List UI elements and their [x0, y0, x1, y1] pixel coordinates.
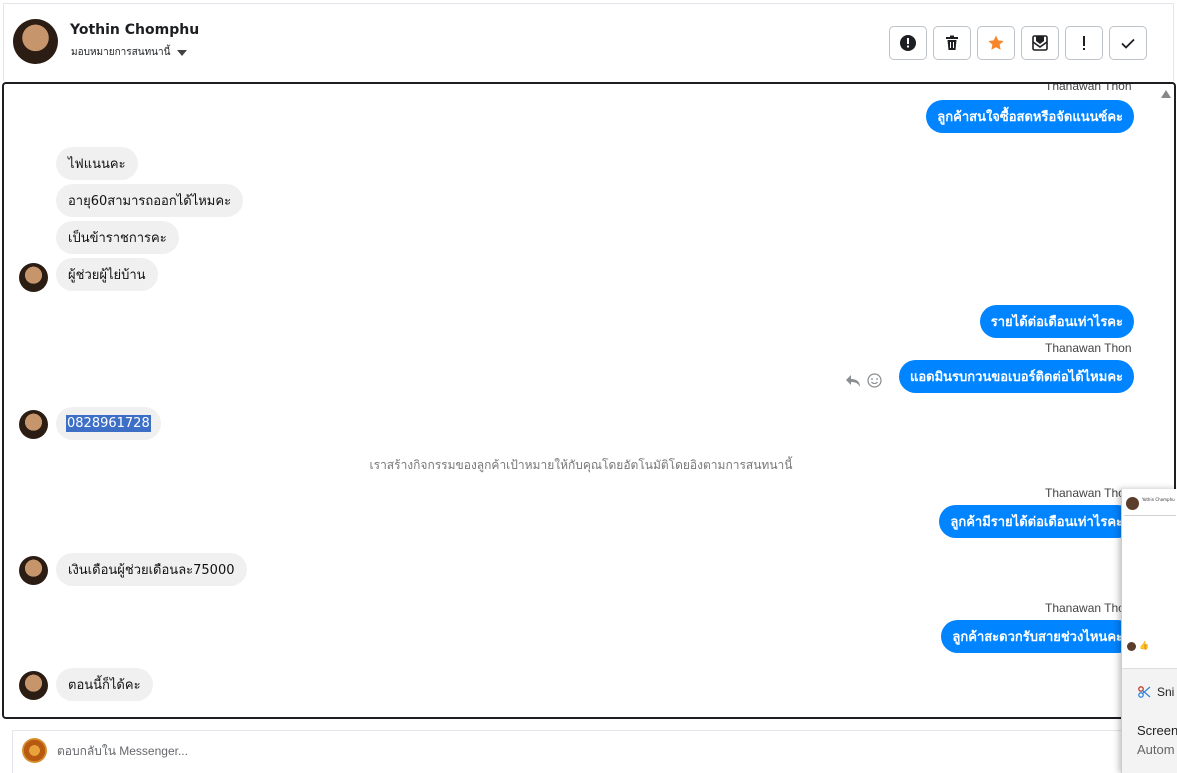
phone-number-selected[interactable]: 0828961728: [66, 415, 151, 432]
screenshot-notice-title: Screen: [1137, 723, 1177, 738]
scissors-icon: [1138, 686, 1151, 698]
scroll-up-arrow-icon[interactable]: [1161, 90, 1171, 98]
sender-name: Thanawan Thon: [1045, 486, 1132, 500]
thumbnail-like-icon: 👍: [1139, 641, 1149, 650]
trash-icon: [946, 35, 958, 50]
snipping-tool-title: Sni: [1137, 685, 1174, 699]
incoming-message[interactable]: ไฟแนนคะ: [56, 147, 138, 180]
exclamation-icon: [1083, 36, 1085, 50]
snipping-tool-label: Sni: [1157, 685, 1175, 699]
incoming-message[interactable]: 0828961728: [56, 407, 161, 440]
delete-button[interactable]: [933, 26, 971, 60]
assign-conversation-dropdown[interactable]: มอบหมายการสนทนานี้: [71, 45, 188, 60]
contact-avatar: [19, 556, 48, 585]
screenshot-notice-subtitle: Autom: [1137, 742, 1175, 757]
emoji-reaction-icon[interactable]: [867, 373, 882, 388]
outgoing-message[interactable]: แอดมินรบกวนขอเบอร์ติดต่อได้ไหมคะ: [898, 360, 1134, 393]
screenshot-thumbnail[interactable]: Yothin Chomphu 👍: [1122, 489, 1177, 669]
follow-up-button[interactable]: [1065, 26, 1103, 60]
assign-conversation-label: มอบหมายการสนทนานี้: [71, 47, 171, 58]
outgoing-message[interactable]: ลูกค้ามีรายได้ต่อเดือนเท่าไรคะ: [939, 505, 1134, 538]
incoming-message[interactable]: อายุ60สามารถออกได้ไหมคะ: [56, 184, 244, 217]
thumbnail-avatar: [1126, 497, 1139, 510]
mark-unread-button[interactable]: [1021, 26, 1059, 60]
incoming-message[interactable]: ผู้ช่วยผู้ไย่บ้าน: [56, 258, 158, 291]
page-avatar: [22, 738, 47, 763]
outgoing-message[interactable]: ลูกค้าสนใจซื้อสดหรือจัดแนนซ์คะ: [926, 100, 1134, 133]
message-actions: [845, 373, 882, 388]
check-icon: [1121, 38, 1135, 49]
system-notice: เราสร้างกิจกรรมของลูกค้าเป้าหมายให้กับคุ…: [369, 458, 793, 472]
contact-name[interactable]: Yothin Chomphu: [70, 22, 199, 38]
incoming-message[interactable]: ตอนนี้ก็ได้คะ: [56, 668, 153, 701]
contact-avatar: [19, 671, 48, 700]
message-thread[interactable]: Thanawan Thon ลูกค้าสนใจซื้อสดหรือจัดแนน…: [2, 82, 1176, 719]
reply-icon[interactable]: [845, 374, 861, 388]
outgoing-message[interactable]: รายได้ต่อเดือนเท่าไรคะ: [979, 305, 1134, 338]
contact-avatar[interactable]: [13, 19, 58, 64]
thumbnail-divider: [1124, 515, 1176, 516]
caret-down-icon: [177, 50, 188, 56]
star-button[interactable]: [977, 26, 1015, 60]
sender-name: Thanawan Thon: [1045, 341, 1132, 355]
alert-circle-icon: [900, 35, 916, 51]
reply-composer: [12, 730, 1137, 773]
incoming-message[interactable]: เงินเดือนผู้ช่วยเดือนละ75000: [56, 553, 247, 586]
mark-spam-button[interactable]: [889, 26, 927, 60]
star-icon: [988, 35, 1004, 50]
conversation-actions: [889, 26, 1147, 60]
sender-name: Thanawan Thon: [1045, 82, 1132, 93]
sender-name: Thanawan Thon: [1045, 601, 1132, 615]
outgoing-message[interactable]: ลูกค้าสะดวกรับสายช่วงไหนคะ: [941, 620, 1134, 653]
thumbnail-name: Yothin Chomphu: [1142, 497, 1175, 502]
contact-avatar: [19, 263, 48, 292]
mark-done-button[interactable]: [1109, 26, 1147, 60]
conversation-header: Yothin Chomphu มอบหมายการสนทนานี้: [3, 3, 1174, 81]
thumbnail-mini-avatar: [1127, 642, 1136, 651]
incoming-message[interactable]: เป็นข้าราชการคะ: [56, 221, 179, 254]
snipping-tool-notification[interactable]: Yothin Chomphu 👍 Sni Screen Autom: [1121, 489, 1177, 773]
mail-icon: [1032, 35, 1048, 51]
reply-input[interactable]: [57, 744, 357, 758]
contact-avatar: [19, 410, 48, 439]
